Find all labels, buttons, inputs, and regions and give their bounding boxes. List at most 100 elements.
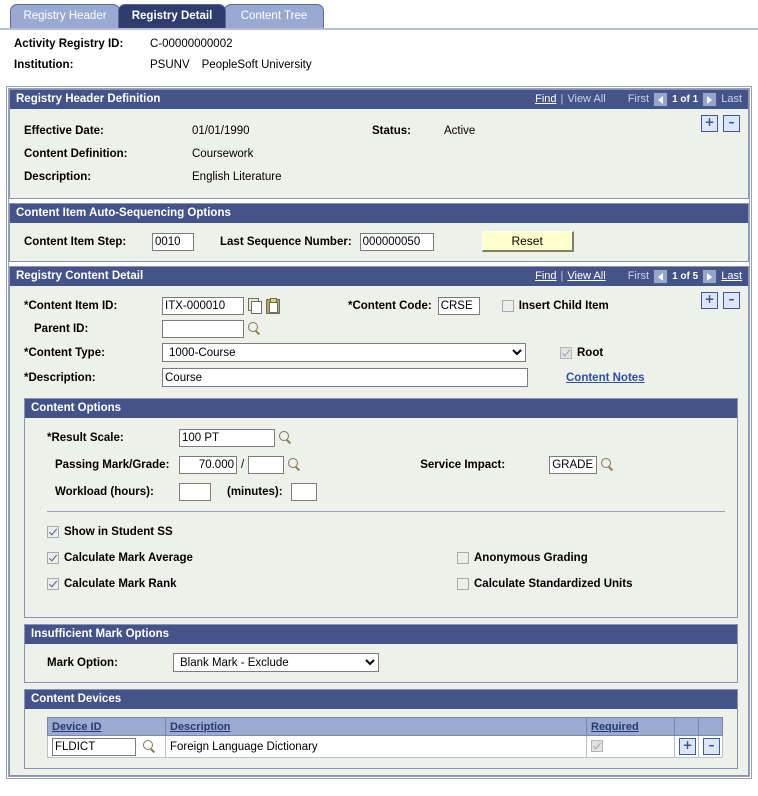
calculate-standardized-units-checkbox[interactable] <box>457 577 469 590</box>
content-previous-row-icon[interactable] <box>653 269 669 284</box>
calculate-mark-rank-label: Calculate Mark Rank <box>64 577 177 590</box>
institution-label: Institution: <box>14 59 74 71</box>
content-row-buttons: + – <box>701 292 740 309</box>
device-id-input[interactable] <box>52 737 136 756</box>
content-item-step-input[interactable] <box>152 232 194 251</box>
service-impact-lookup-icon[interactable] <box>600 457 615 472</box>
content-options-header: Content Options <box>25 399 737 418</box>
service-impact-input[interactable] <box>549 455 598 474</box>
content-next-row-icon[interactable] <box>702 269 718 284</box>
copy-icon[interactable] <box>248 298 262 314</box>
first-link[interactable]: First <box>628 90 649 109</box>
device-id-lookup-icon[interactable] <box>142 739 157 754</box>
content-nav-separator: | <box>560 270 564 282</box>
delete-content-row-button[interactable]: – <box>723 292 740 309</box>
root-checkbox-wrap[interactable]: Root <box>560 346 603 359</box>
add-header-row-button[interactable]: + <box>701 115 718 132</box>
activity-registry-id-label: Activity Registry ID: <box>14 38 124 50</box>
tab-registry-header[interactable]: Registry Header <box>10 4 120 28</box>
passing-mark-input[interactable] <box>179 455 237 474</box>
calculate-mark-average-checkbox[interactable] <box>47 551 59 564</box>
content-options-body: *Result Scale: Passing Mark/Grade: / Ser… <box>25 418 737 617</box>
tab-registry-header-label: Registry Header <box>23 10 107 22</box>
column-description-label: Description <box>170 720 231 733</box>
result-scale-lookup-icon[interactable] <box>278 430 293 445</box>
row-count: 1 of 1 <box>672 94 699 105</box>
content-type-select[interactable]: 1000-Course <box>162 343 526 362</box>
registry-content-detail-group: Registry Content Detail Find | View All … <box>9 266 749 776</box>
insufficient-mark-options-header: Insufficient Mark Options <box>25 625 737 644</box>
workload-hours-input[interactable] <box>179 482 211 501</box>
calculate-standardized-units-wrap[interactable]: Calculate Standardized Units <box>457 577 633 590</box>
cell-device-id <box>47 735 166 758</box>
parent-id-input[interactable] <box>162 319 244 338</box>
previous-row-icon[interactable] <box>653 92 669 107</box>
last-sequence-number-label: Last Sequence Number: <box>220 235 352 248</box>
registry-content-detail-nav: Find | View All First 1 of 5 Last <box>535 267 742 286</box>
result-scale-input[interactable] <box>179 428 275 447</box>
tab-content-tree-label: Content Tree <box>240 10 308 22</box>
calculate-mark-average-label: Calculate Mark Average <box>64 551 193 564</box>
next-row-icon[interactable] <box>702 92 718 107</box>
delete-device-row-button[interactable]: – <box>703 738 720 755</box>
calculate-mark-average-wrap[interactable]: Calculate Mark Average <box>47 551 457 564</box>
show-in-student-ss-wrap[interactable]: Show in Student SS <box>47 525 457 538</box>
workload-hours-label: Workload (hours): <box>55 485 154 498</box>
service-impact-label: Service Impact: <box>420 458 506 471</box>
content-description-input[interactable] <box>162 368 528 387</box>
auto-sequencing-header: Content Item Auto-Sequencing Options <box>10 204 748 223</box>
institution-row: Institution: PSUNV PeopleSoft University <box>14 59 758 80</box>
content-notes-link[interactable]: Content Notes <box>566 372 645 384</box>
show-in-student-ss-row: Show in Student SS <box>47 520 727 543</box>
calculate-mark-rank-wrap[interactable]: Calculate Mark Rank <box>47 577 457 590</box>
view-all-link[interactable]: View All <box>567 90 605 109</box>
last-sequence-number-input[interactable] <box>359 232 434 251</box>
tab-registry-detail-label: Registry Detail <box>131 10 213 22</box>
mark-option-select[interactable]: Blank Mark - Exclude <box>173 653 379 672</box>
registry-content-detail-title: Registry Content Detail <box>16 270 144 282</box>
table-header-row: Device ID Description Required <box>47 717 723 736</box>
anonymous-grading-checkbox[interactable] <box>457 551 469 564</box>
find-link[interactable]: Find <box>535 90 556 109</box>
tab-content-tree[interactable]: Content Tree <box>224 4 324 28</box>
status-label: Status: <box>372 124 411 137</box>
insufficient-mark-options-title: Insufficient Mark Options <box>31 628 170 640</box>
paste-icon[interactable] <box>266 298 280 314</box>
reset-button[interactable]: Reset <box>481 231 574 252</box>
content-find-link[interactable]: Find <box>535 267 556 286</box>
content-view-all-link[interactable]: View All <box>567 267 605 286</box>
parent-id-label: Parent ID: <box>34 322 89 335</box>
add-device-row-button[interactable]: + <box>679 738 696 755</box>
workload-minutes-input[interactable] <box>290 482 317 501</box>
add-content-row-button[interactable]: + <box>701 292 718 309</box>
content-item-step-label: Content Item Step: <box>24 235 127 248</box>
content-first-link[interactable]: First <box>628 267 649 286</box>
content-description-label: *Description: <box>24 371 96 384</box>
cell-add-row: + <box>674 735 699 758</box>
tab-registry-detail[interactable]: Registry Detail <box>118 4 226 28</box>
parent-id-lookup-icon[interactable] <box>247 321 262 336</box>
passing-grade-lookup-icon[interactable] <box>287 457 302 472</box>
content-last-link[interactable]: Last <box>721 267 742 286</box>
show-in-student-ss-checkbox[interactable] <box>47 525 59 538</box>
passing-grade-input[interactable] <box>248 455 285 474</box>
anonymous-grading-wrap[interactable]: Anonymous Grading <box>457 551 588 564</box>
device-description-value: Foreign Language Dictionary <box>170 740 318 753</box>
delete-header-row-button[interactable]: – <box>723 115 740 132</box>
device-required-checkbox[interactable] <box>591 740 603 753</box>
effective-date-label: Effective Date: <box>24 124 104 137</box>
last-link[interactable]: Last <box>721 90 742 109</box>
passing-mark-row: Passing Mark/Grade: / Service Impact: <box>47 453 727 476</box>
column-description[interactable]: Description <box>165 717 587 736</box>
content-code-input[interactable] <box>437 296 480 315</box>
column-device-id[interactable]: Device ID <box>47 717 166 736</box>
insert-child-item-checkbox-wrap[interactable]: Insert Child Item <box>501 299 609 312</box>
key-fields: Activity Registry ID: C-00000000002 Inst… <box>0 30 758 86</box>
calculate-standardized-units-label: Calculate Standardized Units <box>474 577 633 590</box>
calculate-mark-rank-checkbox[interactable] <box>47 577 59 590</box>
registry-content-detail-header: Registry Content Detail Find | View All … <box>10 267 748 286</box>
column-required[interactable]: Required <box>586 717 675 736</box>
content-devices-body: Device ID Description Required FLDICT Fo… <box>25 709 737 768</box>
content-item-id-input[interactable] <box>162 296 244 315</box>
insert-child-item-checkbox[interactable] <box>501 299 514 312</box>
